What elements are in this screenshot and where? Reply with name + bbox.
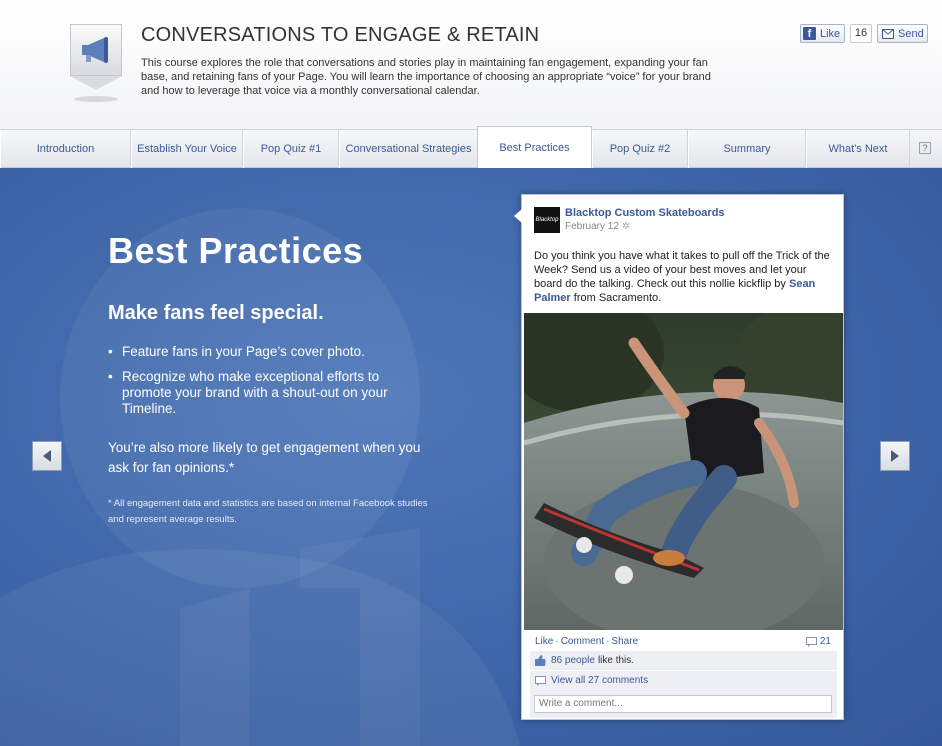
page-avatar: Blacktop bbox=[534, 207, 560, 233]
likes-suffix: like this. bbox=[597, 655, 635, 666]
facebook-post-example: Blacktop Blacktop Custom Skateboards Feb… bbox=[514, 194, 844, 720]
tab-summary[interactable]: Summary bbox=[688, 130, 806, 168]
fb-send-button[interactable]: Send bbox=[877, 24, 928, 43]
engagement-text: You’re also more likely to get engagemen… bbox=[108, 440, 421, 475]
write-comment-input[interactable]: Write a comment... bbox=[534, 695, 832, 713]
share-link[interactable]: Share bbox=[611, 636, 638, 647]
post-date: February 12 ✲ bbox=[565, 221, 630, 232]
skateboard-photo-image bbox=[524, 313, 843, 630]
comment-count-value: 21 bbox=[819, 636, 831, 647]
send-label: Send bbox=[898, 27, 924, 40]
course-badge bbox=[70, 24, 122, 90]
tab-establish-your-voice[interactable]: Establish Your Voice bbox=[131, 130, 243, 168]
next-slide-button[interactable] bbox=[880, 441, 910, 471]
facebook-icon: f bbox=[803, 27, 816, 40]
comment-bubble-icon bbox=[535, 675, 546, 686]
course-header: CONVERSATIONS TO ENGAGE & RETAIN This co… bbox=[0, 0, 942, 130]
course-tabs: Introduction Establish Your Voice Pop Qu… bbox=[0, 126, 942, 169]
post-actions: Like · Comment · Share bbox=[535, 636, 639, 647]
tab-conversational-strategies[interactable]: Conversational Strategies bbox=[339, 130, 478, 168]
prev-slide-button[interactable] bbox=[32, 441, 62, 471]
likes-summary-row: 86 people like this. bbox=[530, 651, 837, 671]
bullet-item: Recognize who make exceptional efforts t… bbox=[108, 369, 418, 417]
gear-icon: ✲ bbox=[621, 221, 631, 232]
course-title: CONVERSATIONS TO ENGAGE & RETAIN bbox=[141, 24, 540, 46]
tab-best-practices[interactable]: Best Practices bbox=[477, 126, 592, 169]
tab-pop-quiz-2[interactable]: Pop Quiz #2 bbox=[592, 130, 688, 168]
like-count: 16 bbox=[850, 24, 872, 43]
slide-title: Best Practices bbox=[108, 230, 364, 271]
megaphone-icon bbox=[82, 37, 108, 63]
arrow-right-icon bbox=[891, 450, 899, 462]
post-date-text: February 12 bbox=[565, 221, 619, 232]
slide-bullets: Feature fans in your Page’s cover photo.… bbox=[108, 344, 418, 426]
comment-bubble-icon bbox=[805, 636, 817, 647]
help-icon[interactable]: ? bbox=[919, 142, 931, 154]
comment-link[interactable]: Comment bbox=[561, 636, 604, 647]
badge-shadow bbox=[74, 96, 118, 102]
post-text: Do you think you have what it takes to p… bbox=[534, 249, 834, 305]
like-label: Like bbox=[820, 27, 841, 40]
post-text-end: from Sacramento. bbox=[570, 292, 662, 304]
bullet-item: Feature fans in your Page’s cover photo. bbox=[108, 344, 418, 360]
arrow-left-icon bbox=[43, 450, 51, 462]
tab-introduction[interactable]: Introduction bbox=[0, 130, 131, 168]
like-link[interactable]: Like bbox=[535, 636, 553, 647]
tab-whats-next[interactable]: What's Next bbox=[806, 130, 910, 168]
course-description: This course explores the role that conve… bbox=[141, 57, 711, 97]
comment-count[interactable]: 21 bbox=[805, 636, 831, 647]
page-name-link[interactable]: Blacktop Custom Skateboards bbox=[565, 207, 725, 219]
slide-subtitle: Make fans feel special. bbox=[108, 302, 324, 324]
send-icon bbox=[882, 28, 894, 39]
likes-link[interactable]: 86 people bbox=[551, 655, 595, 666]
thumbs-up-icon bbox=[535, 655, 546, 666]
skateboarder-photo bbox=[524, 313, 843, 630]
tab-pop-quiz-1[interactable]: Pop Quiz #1 bbox=[243, 130, 339, 168]
slide-stage: Best Practices Make fans feel special. F… bbox=[0, 168, 942, 746]
fb-like-button[interactable]: f Like bbox=[800, 24, 845, 43]
footnote: * All engagement data and statistics are… bbox=[108, 498, 428, 525]
view-all-comments-link[interactable]: View all 27 comments bbox=[551, 675, 648, 686]
post-text-body: Do you think you have what it takes to p… bbox=[534, 250, 830, 290]
